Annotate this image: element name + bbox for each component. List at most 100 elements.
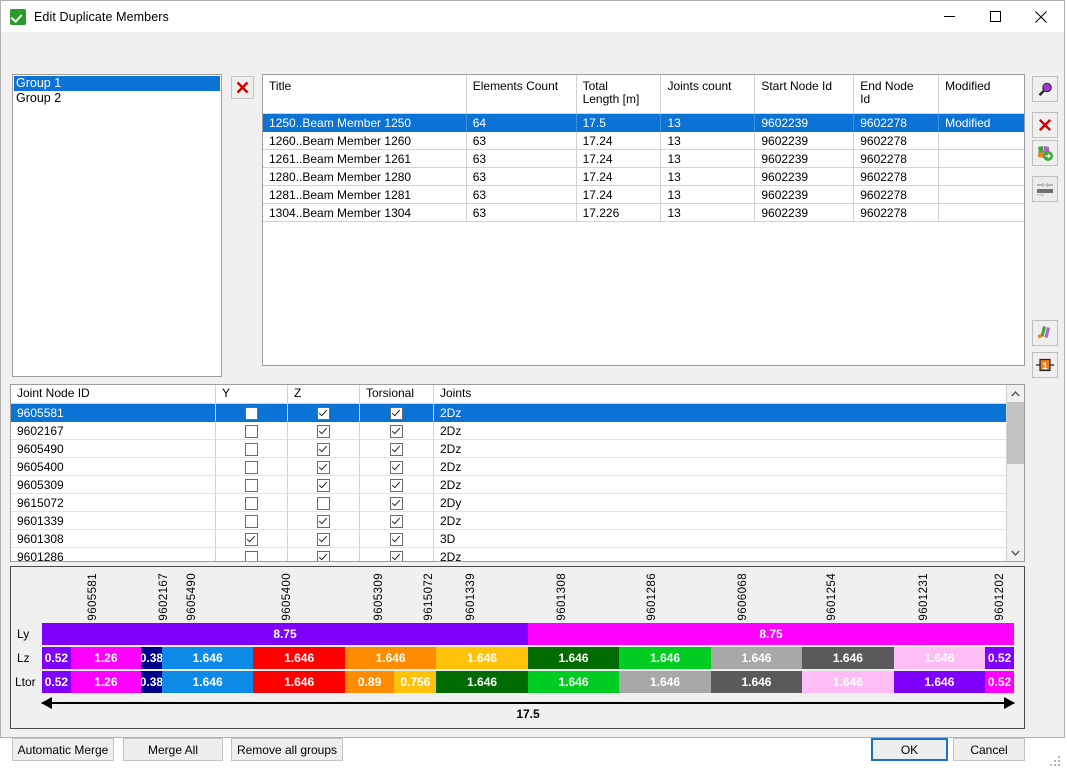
checkbox-y[interactable] xyxy=(245,515,258,528)
checkbox-cell-y[interactable] xyxy=(216,512,288,530)
checkbox-cell-z[interactable] xyxy=(288,404,360,422)
table-row[interactable]: 96013083D xyxy=(11,530,1006,548)
checkbox-cell-torsional[interactable] xyxy=(360,512,434,530)
table-row[interactable]: 96013392Dz xyxy=(11,512,1006,530)
checkbox-y[interactable] xyxy=(245,497,258,510)
numbering-button[interactable]: 1 xyxy=(1032,352,1058,378)
table-row[interactable]: 96150722Dy xyxy=(11,494,1006,512)
checkbox-cell-y[interactable] xyxy=(216,548,288,561)
checkbox-cell-z[interactable] xyxy=(288,530,360,548)
checkbox-z[interactable] xyxy=(317,515,330,528)
checkbox-z[interactable] xyxy=(317,479,330,492)
column-header-joints-count[interactable]: Joints count xyxy=(661,75,755,113)
checkbox-cell-z[interactable] xyxy=(288,494,360,512)
table-row[interactable]: 96021672Dz xyxy=(11,422,1006,440)
checkbox-z[interactable] xyxy=(317,425,330,438)
remove-all-groups-button[interactable]: Remove all groups xyxy=(231,738,343,761)
checkbox-torsional[interactable] xyxy=(390,443,403,456)
close-button[interactable] xyxy=(1018,1,1064,32)
checkbox-z[interactable] xyxy=(317,461,330,474)
table-row[interactable]: 96053092Dz xyxy=(11,476,1006,494)
cancel-button[interactable]: Cancel xyxy=(953,738,1025,761)
column-header-total-length[interactable]: TotalLength [m] xyxy=(577,75,662,113)
column-header-title[interactable]: Title xyxy=(263,75,467,113)
resize-grip-icon[interactable] xyxy=(1048,754,1060,766)
checkbox-y[interactable] xyxy=(245,407,258,420)
checkbox-y[interactable] xyxy=(245,479,258,492)
checkbox-cell-y[interactable] xyxy=(216,530,288,548)
table-row[interactable]: 1260..Beam Member 12606317.2413960223996… xyxy=(263,132,1024,150)
checkbox-torsional[interactable] xyxy=(390,497,403,510)
checkbox-cell-z[interactable] xyxy=(288,548,360,561)
group-list-item[interactable]: Group 1 xyxy=(14,76,220,91)
checkbox-cell-y[interactable] xyxy=(216,458,288,476)
table-row[interactable]: 1304..Beam Member 13046317.2261396022399… xyxy=(263,204,1024,222)
checkbox-z[interactable] xyxy=(317,407,330,420)
checkbox-torsional[interactable] xyxy=(390,425,403,438)
checkbox-cell-torsional[interactable] xyxy=(360,458,434,476)
checkbox-torsional[interactable] xyxy=(390,407,403,420)
checkbox-y[interactable] xyxy=(245,551,258,562)
delete-member-button[interactable] xyxy=(1032,112,1058,138)
maximize-button[interactable] xyxy=(972,1,1018,32)
checkbox-y[interactable] xyxy=(245,443,258,456)
checkbox-torsional[interactable] xyxy=(390,551,403,562)
checkbox-cell-torsional[interactable] xyxy=(360,494,434,512)
joints-table-scrollbar[interactable] xyxy=(1006,385,1024,561)
column-header-torsional[interactable]: Torsional xyxy=(360,385,434,403)
checkbox-cell-y[interactable] xyxy=(216,494,288,512)
checkbox-cell-torsional[interactable] xyxy=(360,530,434,548)
column-header-start-node-id[interactable]: Start Node Id xyxy=(755,75,854,113)
column-header-end-node-id[interactable]: End NodeId xyxy=(854,75,939,113)
checkbox-torsional[interactable] xyxy=(390,479,403,492)
column-header-modified[interactable]: Modified xyxy=(939,75,1024,113)
table-row[interactable]: 96012862Dz xyxy=(11,548,1006,561)
joints-table-panel[interactable]: Joint Node ID Y Z Torsional Joints 96055… xyxy=(10,384,1025,562)
checkbox-z[interactable] xyxy=(317,533,330,546)
checkbox-y[interactable] xyxy=(245,461,258,474)
column-header-y[interactable]: Y xyxy=(216,385,288,403)
automatic-merge-button[interactable]: Automatic Merge xyxy=(12,738,114,761)
checkbox-cell-z[interactable] xyxy=(288,422,360,440)
checkbox-cell-y[interactable] xyxy=(216,476,288,494)
checkbox-cell-z[interactable] xyxy=(288,476,360,494)
delete-group-button[interactable] xyxy=(231,76,254,99)
checkbox-cell-torsional[interactable] xyxy=(360,404,434,422)
group-list[interactable]: Group 1 Group 2 xyxy=(12,74,222,377)
table-row[interactable]: 96055812Dz xyxy=(11,404,1006,422)
checkbox-cell-y[interactable] xyxy=(216,404,288,422)
checkbox-y[interactable] xyxy=(245,425,258,438)
checkbox-torsional[interactable] xyxy=(390,533,403,546)
checkbox-cell-z[interactable] xyxy=(288,458,360,476)
member-properties-button[interactable] xyxy=(1032,320,1058,346)
joints-table[interactable]: Joint Node ID Y Z Torsional Joints 96055… xyxy=(11,385,1006,561)
table-row[interactable]: 1281..Beam Member 12816317.2413960223996… xyxy=(263,186,1024,204)
checkbox-torsional[interactable] xyxy=(390,461,403,474)
table-row[interactable]: 1250..Beam Member 12506417.5139602239960… xyxy=(263,114,1024,132)
checkbox-cell-y[interactable] xyxy=(216,440,288,458)
ok-button[interactable]: OK xyxy=(871,738,948,761)
minimize-button[interactable] xyxy=(926,1,972,32)
group-list-item[interactable]: Group 2 xyxy=(14,91,220,106)
table-row[interactable]: 1261..Beam Member 12616317.2413960223996… xyxy=(263,150,1024,168)
checkbox-cell-torsional[interactable] xyxy=(360,548,434,561)
scroll-down-icon[interactable] xyxy=(1007,544,1024,561)
members-table[interactable]: Title Elements Count TotalLength [m] Joi… xyxy=(262,74,1025,366)
checkbox-z[interactable] xyxy=(317,443,330,456)
scrollbar-thumb[interactable] xyxy=(1007,402,1024,464)
scroll-up-icon[interactable] xyxy=(1007,385,1024,402)
checkbox-cell-z[interactable] xyxy=(288,440,360,458)
table-row[interactable]: 96054902Dz xyxy=(11,440,1006,458)
checkbox-cell-torsional[interactable] xyxy=(360,440,434,458)
checkbox-cell-y[interactable] xyxy=(216,422,288,440)
checkbox-cell-torsional[interactable] xyxy=(360,422,434,440)
checkbox-z[interactable] xyxy=(317,497,330,510)
merge-members-button[interactable] xyxy=(1032,140,1058,166)
merge-all-button[interactable]: Merge All xyxy=(123,738,223,761)
column-header-elements-count[interactable]: Elements Count xyxy=(467,75,577,113)
column-header-z[interactable]: Z xyxy=(288,385,360,403)
checkbox-torsional[interactable] xyxy=(390,515,403,528)
column-header-joint-node-id[interactable]: Joint Node ID xyxy=(11,385,216,403)
checkbox-cell-z[interactable] xyxy=(288,512,360,530)
checkbox-cell-torsional[interactable] xyxy=(360,476,434,494)
